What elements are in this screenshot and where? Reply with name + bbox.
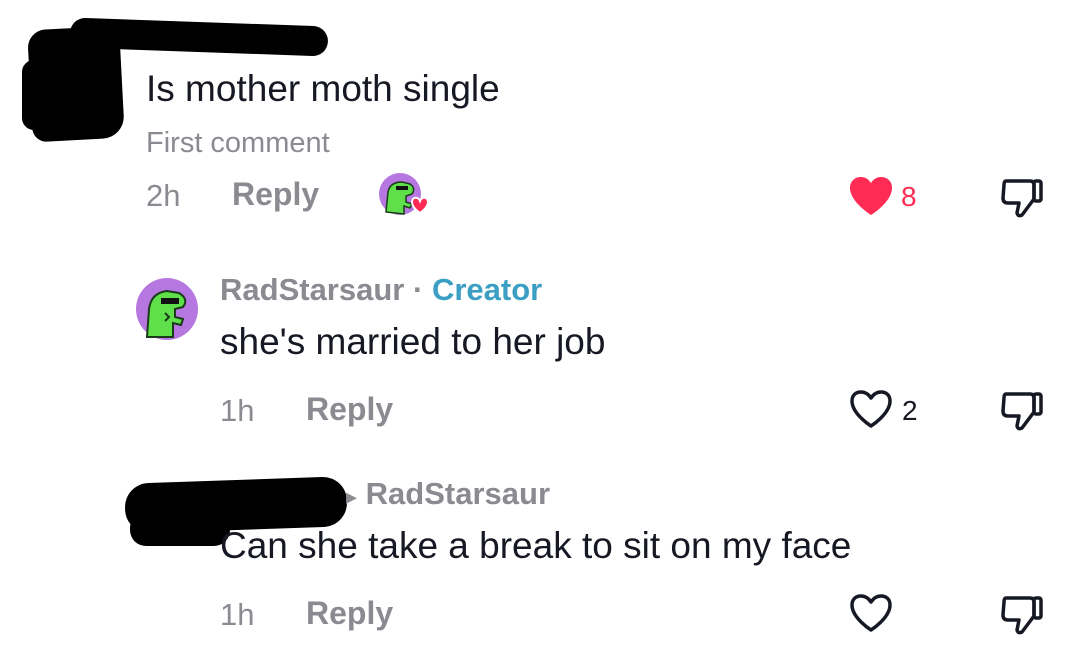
dislike-icon: [1001, 179, 1043, 218]
like-button[interactable]: [848, 592, 894, 634]
reply-arrow-icon: ▸: [346, 484, 358, 509]
like-count: 2: [902, 395, 918, 426]
comment-time: 1h: [220, 597, 255, 632]
dislike-button[interactable]: [1000, 177, 1044, 219]
comment-text: she's married to her job: [220, 321, 606, 362]
like-button[interactable]: [848, 388, 894, 430]
dino-avatar-icon: [136, 278, 198, 340]
reply-button[interactable]: Reply: [306, 391, 393, 428]
comment-text: Can she take a break to sit on my face: [220, 525, 852, 566]
reply-to-line: ▸ RadStarsaur: [346, 476, 550, 512]
reply-button[interactable]: Reply: [306, 595, 393, 632]
like-button[interactable]: [848, 175, 894, 217]
heart-outline-icon: [850, 390, 892, 428]
separator: ·: [412, 272, 424, 307]
dislike-icon: [1001, 392, 1043, 431]
avatar[interactable]: [135, 277, 199, 341]
comment-author-line: RadStarsaur · Creator: [220, 272, 542, 308]
creator-badge: Creator: [431, 272, 543, 307]
reply-to-username[interactable]: RadStarsaur: [366, 476, 550, 511]
first-comment-badge: First comment: [146, 127, 330, 159]
comment-time: 2h: [146, 178, 181, 213]
comment-text: Is mother moth single: [146, 68, 500, 109]
dislike-button[interactable]: [1000, 390, 1044, 432]
dislike-icon: [1001, 596, 1043, 635]
like-count: 8: [901, 181, 917, 212]
creator-liked-avatar-icon: [376, 172, 430, 218]
username[interactable]: RadStarsaur: [220, 272, 404, 307]
comment-time: 1h: [220, 393, 255, 428]
reply-button[interactable]: Reply: [232, 176, 319, 213]
dislike-button[interactable]: [1000, 594, 1044, 636]
heart-outline-icon: [850, 594, 892, 632]
heart-icon: [850, 177, 892, 215]
